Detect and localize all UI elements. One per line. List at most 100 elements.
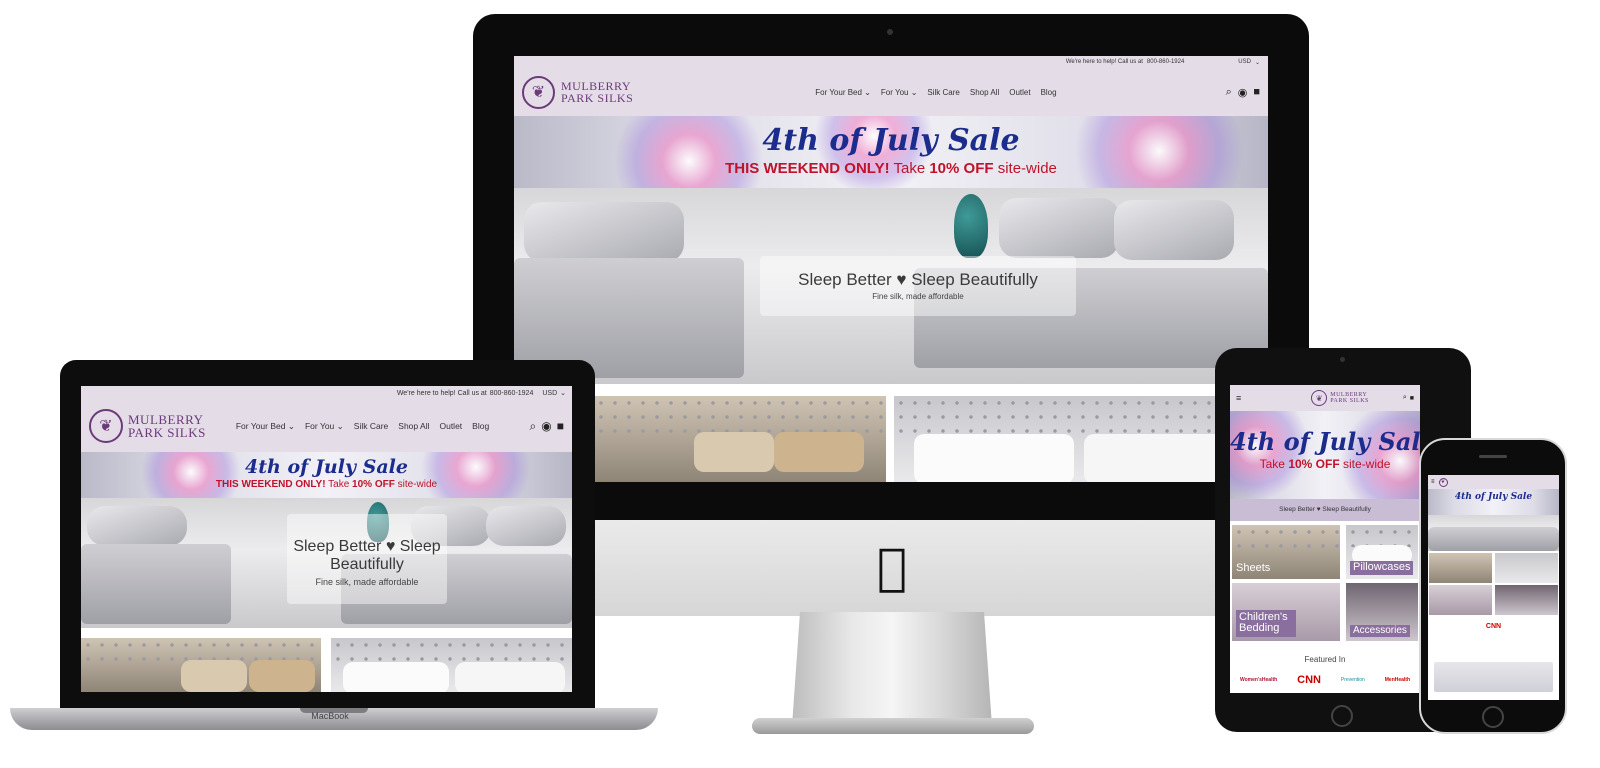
nav-item-for-your-bed[interactable]: For Your Bed ⌄ bbox=[815, 88, 871, 97]
topbar: We're here to help! Call us at 800-860-1… bbox=[514, 56, 1268, 68]
nav-icons: ⌕ ◉ ■ bbox=[530, 419, 564, 434]
nav-item-for-you[interactable]: For You ⌄ bbox=[881, 88, 918, 97]
category-label-sheets: Sheets bbox=[1236, 562, 1271, 575]
account-icon[interactable]: ◉ bbox=[1238, 86, 1248, 99]
sale-banner[interactable]: 4th of July Sale THIS WEEKEND ONLY! Take… bbox=[514, 116, 1268, 188]
nav-item-shop-all[interactable]: Shop All bbox=[398, 421, 429, 431]
category-card-pillowcases[interactable]: Pillowcases bbox=[1346, 525, 1418, 579]
main-nav: ❦ MULBERRY PARK SILKS For Your Bed ⌄ For… bbox=[514, 68, 1268, 116]
hero-title-line1: Sleep Better ♥ Sleep bbox=[293, 538, 441, 555]
hero-banner[interactable] bbox=[1428, 515, 1559, 551]
help-text: We're here to help! Call us at bbox=[1065, 59, 1143, 65]
cart-icon[interactable]: ■ bbox=[1410, 395, 1414, 402]
featured-logos: Women'sHealth CNN Prevention MenHealth bbox=[1230, 674, 1420, 686]
hero-text-bar[interactable]: Sleep Better ♥ Sleep Beautifully bbox=[1230, 499, 1420, 521]
sale-banner[interactable]: 4th of July Sale bbox=[1428, 489, 1559, 515]
phone-link[interactable]: 800-860-1924 bbox=[490, 390, 534, 397]
nav-item-for-your-bed[interactable]: For Your Bed ⌄ bbox=[236, 421, 295, 432]
category-row bbox=[81, 628, 572, 692]
brand-logo[interactable]: ❦ MULBERRY PARK SILKS bbox=[522, 75, 633, 109]
search-icon[interactable]: ⌕ bbox=[1403, 394, 1407, 402]
category-card-sheets[interactable] bbox=[81, 638, 321, 692]
nav-item-blog[interactable]: Blog bbox=[1041, 88, 1057, 97]
ipad-camera bbox=[1340, 357, 1345, 362]
category-card-sheets[interactable] bbox=[594, 396, 886, 482]
sale-title: 4th of July Sale bbox=[245, 456, 408, 478]
category-grid bbox=[1428, 551, 1559, 615]
iphone-home-button bbox=[1482, 706, 1504, 728]
press-logo-womens-health: Women'sHealth bbox=[1239, 677, 1278, 683]
category-label-accessories: Accessories bbox=[1350, 624, 1410, 637]
apple-logo-icon:  bbox=[868, 539, 916, 595]
sale-banner[interactable]: 4th of July Sale THIS WEEKEND ONLY! Take… bbox=[81, 452, 572, 498]
press-logo-prevention: Prevention bbox=[1340, 677, 1365, 683]
help-text: We're here to help! Call us at bbox=[396, 389, 487, 397]
sale-title: 4th of July Sale bbox=[1454, 492, 1533, 502]
currency-selector[interactable]: USD bbox=[542, 390, 557, 397]
nav-icons: ⌕ ◉ ■ bbox=[1226, 86, 1260, 99]
brand-logo[interactable]: ❦ MULBERRY PARK SILKS bbox=[89, 409, 206, 443]
sale-title: 4th of July Sale bbox=[762, 123, 1020, 158]
hero-banner[interactable]: Sleep Better ♥ Sleep Beautifully Fine si… bbox=[514, 188, 1268, 384]
category-card-pillowcases[interactable] bbox=[1495, 553, 1558, 583]
tree-logo-icon[interactable]: ❦ bbox=[1438, 477, 1448, 487]
chevron-down-icon[interactable]: ⌄ bbox=[560, 389, 566, 397]
macbook-screen: We're here to help! Call us at 800-860-1… bbox=[81, 386, 572, 692]
chevron-down-icon: ⌄ bbox=[864, 87, 871, 97]
tree-logo-icon: ❦ bbox=[522, 75, 555, 109]
nav-item-outlet[interactable]: Outlet bbox=[1009, 88, 1030, 97]
sale-subtitle: THIS WEEKEND ONLY! Take 10% OFF site-wid… bbox=[725, 160, 1057, 177]
nav-item-silk-care[interactable]: Silk Care bbox=[354, 421, 388, 431]
category-card-accessories[interactable]: Accessories bbox=[1346, 583, 1418, 641]
nav-menu: For Your Bed ⌄ For You ⌄ Silk Care Shop … bbox=[815, 88, 1056, 97]
phone-link[interactable]: 800-860-1924 bbox=[1147, 59, 1184, 65]
press-logo-mens-health: MenHealth bbox=[1384, 677, 1411, 683]
category-card-pillowcases[interactable] bbox=[894, 396, 1268, 482]
chevron-down-icon: ⌄ bbox=[336, 420, 344, 431]
chevron-down-icon[interactable]: ⌄ bbox=[1255, 59, 1260, 66]
category-card-sheets[interactable] bbox=[1429, 553, 1492, 583]
nav-item-silk-care[interactable]: Silk Care bbox=[927, 88, 959, 97]
iphone-speaker bbox=[1479, 455, 1507, 458]
category-label-childrens-bedding: Children's Bedding bbox=[1236, 609, 1296, 637]
promo-block[interactable] bbox=[1434, 662, 1553, 692]
hero-text-panel: Sleep Better ♥ Sleep Beautifully Fine si… bbox=[760, 256, 1076, 316]
search-icon[interactable]: ⌕ bbox=[530, 419, 537, 434]
category-card-accessories[interactable] bbox=[1495, 585, 1558, 615]
chevron-down-icon: ⌄ bbox=[287, 420, 295, 431]
hero-banner[interactable]: Sleep Better ♥ Sleep Beautifully Fine si… bbox=[81, 498, 572, 628]
category-card-childrens-bedding[interactable]: Children's Bedding bbox=[1232, 583, 1340, 641]
featured-heading: Featured In bbox=[1304, 655, 1346, 664]
hero-subtitle: Fine silk, made affordable bbox=[872, 292, 964, 301]
sale-banner[interactable]: 4th of July Sale Take 10% OFF site-wide bbox=[1230, 411, 1420, 499]
tree-logo-icon: ❦ bbox=[1311, 390, 1328, 406]
hamburger-menu-icon[interactable]: ≡ bbox=[1236, 393, 1241, 403]
hamburger-menu-icon[interactable]: ≡ bbox=[1431, 479, 1435, 485]
category-card-sheets[interactable]: Sheets bbox=[1232, 525, 1340, 579]
category-label-pillowcases: Pillowcases bbox=[1350, 561, 1414, 575]
cart-icon[interactable]: ■ bbox=[557, 419, 564, 433]
sale-subtitle: Take 10% OFF site-wide bbox=[1259, 457, 1391, 471]
search-icon[interactable]: ⌕ bbox=[1226, 86, 1232, 99]
currency-selector[interactable]: USD bbox=[1238, 59, 1251, 65]
category-card-childrens-bedding[interactable] bbox=[1429, 585, 1492, 615]
brand-logo[interactable]: ❦ MULBERRY PARK SILKS bbox=[1311, 390, 1369, 406]
featured-in-section: Featured In Women'sHealth CNN Prevention… bbox=[1230, 651, 1420, 693]
cart-icon[interactable]: ■ bbox=[1253, 86, 1260, 98]
hero-title-line2: Beautifully bbox=[330, 556, 404, 573]
nav-item-for-you[interactable]: For You ⌄ bbox=[305, 421, 344, 432]
nav-item-shop-all[interactable]: Shop All bbox=[970, 88, 999, 97]
imac-camera bbox=[887, 29, 893, 35]
topbar: We're here to help! Call us at 800-860-1… bbox=[81, 386, 572, 400]
ipad-screen: ≡ ❦ MULBERRY PARK SILKS ⌕ ■ 4th of July … bbox=[1230, 385, 1420, 693]
iphone-screen: ≡ ❦ 4th of July Sale CNN bbox=[1428, 475, 1559, 700]
category-grid: Sheets Pillowcases Children's Bedding Ac… bbox=[1230, 521, 1420, 651]
featured-in-section: CNN bbox=[1428, 615, 1559, 700]
nav-item-outlet[interactable]: Outlet bbox=[439, 421, 462, 431]
nav-item-blog[interactable]: Blog bbox=[472, 421, 489, 431]
nav-menu: For Your Bed ⌄ For You ⌄ Silk Care Shop … bbox=[236, 421, 489, 432]
category-card-pillowcases[interactable] bbox=[331, 638, 572, 692]
account-icon[interactable]: ◉ bbox=[541, 419, 551, 433]
main-nav: ≡ ❦ MULBERRY PARK SILKS ⌕ ■ bbox=[1230, 385, 1420, 411]
ipad-home-button bbox=[1331, 705, 1353, 727]
